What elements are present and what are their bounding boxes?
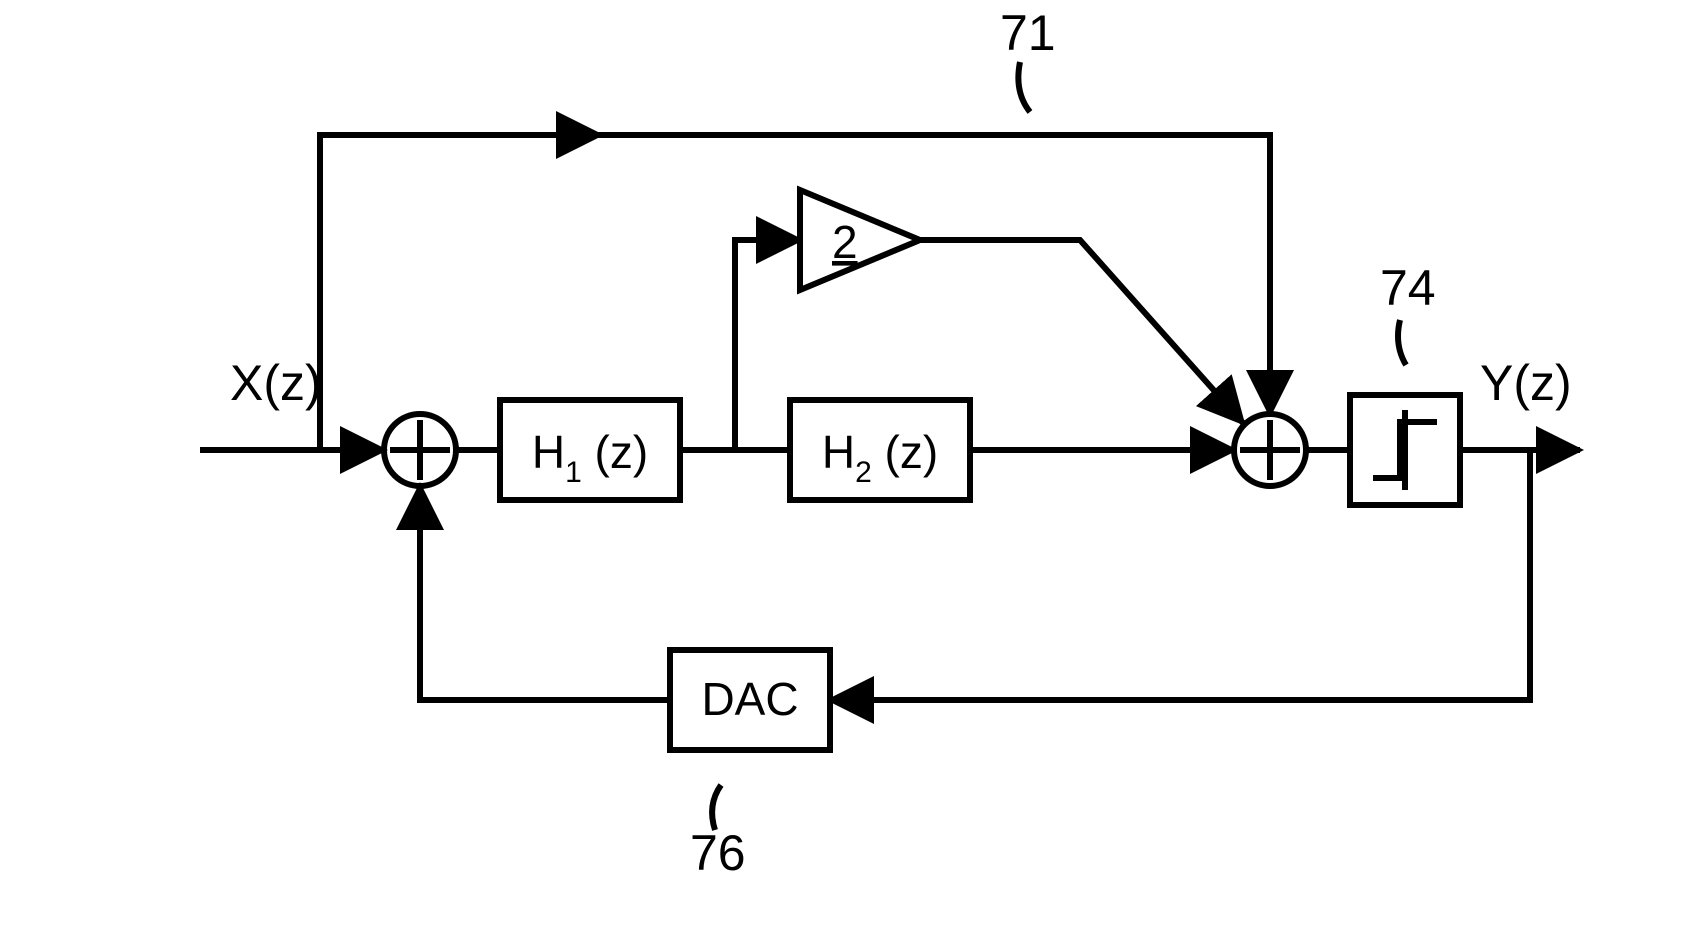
gain-block: 2 — [800, 190, 920, 290]
gain-label: 2 — [832, 216, 858, 268]
output-label: Y(z) — [1480, 355, 1572, 411]
block-diagram: 71 74 76 X(z) H1 (z) 2 H2 (z) — [0, 0, 1696, 933]
leader-71 — [1018, 62, 1030, 112]
leader-74 — [1398, 320, 1406, 365]
ref-71: 71 — [1000, 5, 1056, 61]
leader-76 — [712, 785, 721, 830]
ref-76: 76 — [690, 825, 746, 881]
summing-junction-2 — [1234, 414, 1306, 486]
summing-junction-1 — [384, 414, 456, 486]
wire-gain-s2 — [920, 240, 1243, 423]
block-dac-label: DAC — [701, 673, 798, 725]
ref-74: 74 — [1380, 260, 1436, 316]
wire-fb-left — [420, 486, 670, 700]
input-label: X(z) — [230, 355, 322, 411]
